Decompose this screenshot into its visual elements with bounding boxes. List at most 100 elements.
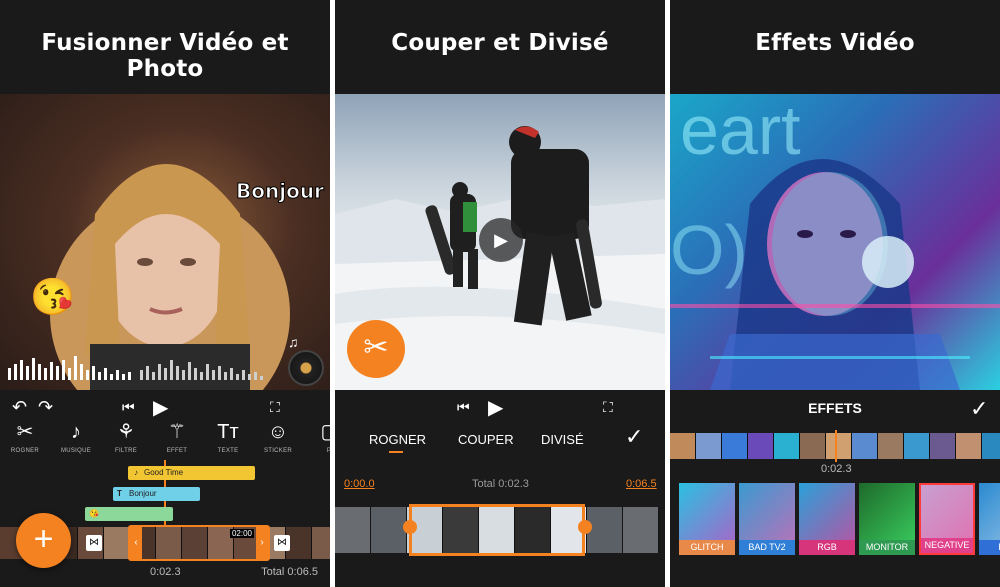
clip-thumbnail (335, 507, 371, 553)
effect-bad-tv2[interactable]: BAD TV2 (739, 483, 795, 555)
current-time: 0:02.3 (150, 566, 181, 578)
trim-total-time: Total 0:02.3 (472, 478, 529, 490)
tab-couper[interactable]: COUPER (458, 432, 514, 447)
clip-thumbnail (878, 433, 904, 459)
fullscreen-icon[interactable]: ⛶ (270, 399, 280, 416)
effect-label: NEGATIVE (921, 538, 973, 553)
transition-icon[interactable]: ⋈ (86, 535, 102, 551)
clip-thumbnail (982, 433, 1000, 459)
panel-headline: Couper et Divisé (391, 30, 609, 56)
tool-label: TEXTE (217, 448, 239, 454)
undo-icon[interactable]: ↶ (12, 397, 27, 418)
transition-icon[interactable]: ⋈ (274, 535, 290, 551)
video-preview[interactable]: eart O) (670, 94, 1000, 390)
tool-pi[interactable]: ▢ PI (310, 420, 330, 454)
trim-start-handle[interactable] (403, 520, 417, 534)
sticker-track-emoji: 😘 (89, 509, 99, 518)
fullscreen-icon[interactable]: ⛶ (603, 399, 613, 416)
trim-end-handle[interactable] (578, 520, 592, 534)
clip-thumbnail (696, 433, 722, 459)
glitch-effect-image: eart O) (670, 94, 1000, 390)
play-icon[interactable]: ▶ (488, 395, 503, 420)
clip-thumbnail (748, 433, 774, 459)
emoji-sticker[interactable]: 😘 (30, 279, 75, 315)
clip-thumbnail (852, 433, 878, 459)
play-button[interactable]: ▶ (479, 218, 523, 262)
music-note-icon: ♪ (71, 421, 81, 443)
panel-headline: Fusionner Vidéo et Photo (41, 30, 289, 82)
tool-texte[interactable]: Tт TEXTE (208, 420, 248, 454)
clip-thumbnail (670, 433, 696, 459)
tool-sticker[interactable]: ☺ STICKER (258, 420, 298, 454)
playback-controls: ⏮ ▶ ⛶ (335, 392, 665, 422)
total-time: Total 0:06.5 (261, 566, 318, 578)
svg-text:O): O) (670, 211, 748, 289)
merge-video-panel: Fusionner Vidéo et Photo Bonjour 😘 ♫ ↶ ↷… (0, 0, 330, 587)
effects-title: EFFETS (808, 400, 862, 416)
music-track-label: Good Time (144, 468, 184, 477)
clip-thumbnail (956, 433, 982, 459)
clip-trim-right-handle[interactable]: › (256, 527, 268, 559)
scissors-icon[interactable]: ✂ (347, 320, 405, 378)
svg-text:eart: eart (680, 94, 801, 169)
selected-clip[interactable]: ‹ › 02:00 (128, 525, 270, 561)
tool-musique[interactable]: ♪ MUSIQUE (56, 420, 96, 454)
clip-trim-left-handle[interactable]: ‹ (130, 527, 142, 559)
tool-label: ROGNER (10, 448, 40, 454)
scissors-icon: ✂ (16, 421, 34, 443)
clip-duration: 02:00 (229, 529, 254, 538)
play-icon[interactable]: ▶ (153, 395, 168, 420)
redo-icon[interactable]: ↷ (38, 397, 53, 418)
trim-split-panel: Couper et Divisé ▶ ✂ ⏮ ▶ ⛶ ROGNER COUPER D… (335, 0, 665, 587)
effect-rgb[interactable]: RGB (799, 483, 855, 555)
sticker-track[interactable]: 😘 (85, 507, 173, 521)
clip-thumbnail (774, 433, 800, 459)
trim-start-time[interactable]: 0:00.0 (344, 478, 375, 490)
tab-divisé[interactable]: DIVISÉ (541, 432, 584, 447)
music-track-icon: ♪ (134, 468, 138, 477)
active-tab-indicator (389, 451, 403, 453)
skip-back-icon[interactable]: ⏮ (457, 399, 470, 416)
effect-label: RGB (799, 540, 855, 555)
timeline-playhead[interactable] (835, 430, 837, 462)
effect-flo[interactable]: FLO (979, 483, 1000, 555)
clip-thumbnail (800, 433, 826, 459)
text-track[interactable]: T Bonjour (113, 487, 200, 501)
effect-label: BAD TV2 (739, 540, 795, 555)
tool-rogner[interactable]: ✂ ROGNER (5, 420, 45, 454)
trim-end-time[interactable]: 0:06.5 (626, 478, 657, 490)
tool-filtre[interactable]: ⚘ FILTRE (106, 420, 146, 454)
add-clip-button[interactable]: + (16, 513, 71, 568)
video-effects-panel: Effets Vidéo eart O) EFFETS ✓ 0:02.3 GLI… (670, 0, 1000, 587)
clip-thumbnail (312, 527, 330, 559)
tool-label: PI (326, 448, 330, 454)
music-track[interactable]: ♪ Good Time (128, 466, 255, 480)
filter-icon: ⚘ (117, 421, 135, 443)
tool-label: MUSIQUE (60, 448, 92, 454)
tab-rogner[interactable]: ROGNER (369, 432, 426, 447)
confirm-check-icon[interactable]: ✓ (625, 424, 643, 450)
effect-label: MONITOR (859, 540, 915, 555)
tool-effet[interactable]: ⚚ EFFET (157, 420, 197, 454)
clip-thumbnail (904, 433, 930, 459)
text-icon: Tт (217, 421, 239, 443)
tool-label: STICKER (263, 448, 293, 454)
clip-thumbnail (826, 433, 852, 459)
text-track-label: Bonjour (129, 489, 157, 498)
effect-negative[interactable]: NEGATIVE (919, 483, 975, 555)
sticker-text[interactable]: Bonjour (236, 179, 325, 204)
effect-label: GLITCH (679, 540, 735, 555)
trim-selection[interactable] (409, 504, 585, 556)
vinyl-record-icon[interactable] (288, 350, 324, 386)
confirm-check-icon[interactable]: ✓ (970, 396, 988, 422)
effect-monitor[interactable]: MONITOR (859, 483, 915, 555)
video-preview[interactable]: ▶ ✂ (335, 94, 665, 390)
magic-wand-icon: ⚚ (168, 421, 186, 443)
playback-controls: ↶ ↷ ⏮ ▶ ⛶ (0, 392, 330, 422)
skip-back-icon[interactable]: ⏮ (122, 399, 135, 416)
effect-glitch[interactable]: GLITCH (679, 483, 735, 555)
pip-icon: ▢ (310, 420, 330, 444)
video-preview[interactable]: Bonjour 😘 ♫ (0, 94, 330, 390)
portrait-image (50, 164, 290, 390)
text-track-icon: T (117, 489, 122, 498)
